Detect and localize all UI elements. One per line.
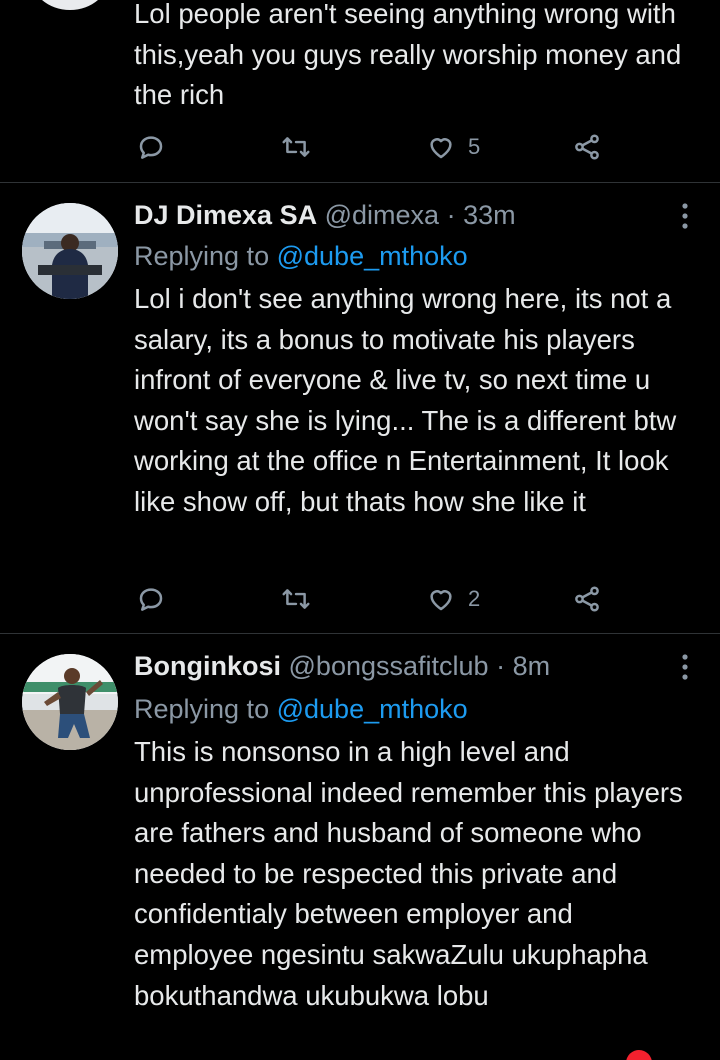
retweet-icon	[280, 132, 312, 162]
tweet[interactable]: Lol people aren't seeing anything wrong …	[0, 0, 720, 182]
user-handle[interactable]: @bongssafitclub	[289, 651, 489, 681]
tweet-header: Bonginkosi @bongssafitclub · 8m	[134, 649, 550, 683]
tweet-header: DJ Dimexa SA @dimexa · 33m	[134, 198, 516, 232]
tweet-actions: 5	[0, 127, 720, 167]
replying-prefix: Replying to	[134, 241, 270, 271]
reply-icon	[136, 132, 166, 162]
tweet-text: This is nonsonso in a high level and unp…	[134, 736, 683, 1011]
tweet-text: Lol people aren't seeing anything wrong …	[134, 0, 682, 111]
timestamp[interactable]: 8m	[513, 651, 551, 681]
reply-button[interactable]	[136, 579, 166, 619]
like-count: 5	[468, 134, 481, 159]
timestamp[interactable]: 33m	[463, 200, 516, 230]
reply-button[interactable]	[136, 127, 166, 167]
heart-icon	[426, 132, 456, 162]
avatar[interactable]	[30, 0, 110, 10]
replying-to: Replying to @dube_mthoko	[134, 692, 468, 726]
replying-prefix: Replying to	[134, 694, 270, 724]
retweet-button[interactable]	[280, 579, 312, 619]
replying-to: Replying to @dube_mthoko	[134, 239, 468, 273]
reply-icon	[136, 584, 166, 614]
like-button[interactable]: 5	[426, 127, 480, 167]
retweet-icon	[280, 584, 312, 614]
tweet-actions: 2	[0, 579, 720, 619]
like-button[interactable]: 2	[426, 579, 480, 619]
share-icon	[572, 132, 602, 162]
like-count: 2	[468, 586, 481, 611]
share-icon	[572, 584, 602, 614]
display-name[interactable]: Bonginkosi	[134, 651, 281, 681]
reply-mention-link[interactable]: @dube_mthoko	[277, 694, 468, 724]
heart-icon	[426, 584, 456, 614]
user-handle[interactable]: @dimexa	[325, 200, 439, 230]
avatar[interactable]	[22, 203, 118, 299]
avatar[interactable]	[22, 654, 118, 750]
share-button[interactable]	[572, 579, 602, 619]
display-name[interactable]: DJ Dimexa SA	[134, 200, 317, 230]
separator-dot: ·	[446, 200, 456, 230]
tweet[interactable]: Bonginkosi @bongssafitclub · 8m Replying…	[0, 634, 720, 1060]
tweet-text: Lol i don't see anything wrong here, its…	[134, 283, 677, 517]
retweet-button[interactable]	[280, 127, 312, 167]
reply-mention-link[interactable]: @dube_mthoko	[277, 241, 468, 271]
more-icon[interactable]	[678, 201, 692, 231]
tweet[interactable]: DJ Dimexa SA @dimexa · 33m Replying to @…	[0, 183, 720, 633]
separator-dot: ·	[496, 651, 506, 681]
share-button[interactable]	[572, 127, 602, 167]
more-icon[interactable]	[678, 652, 692, 682]
timeline: Lol people aren't seeing anything wrong …	[0, 0, 720, 1060]
